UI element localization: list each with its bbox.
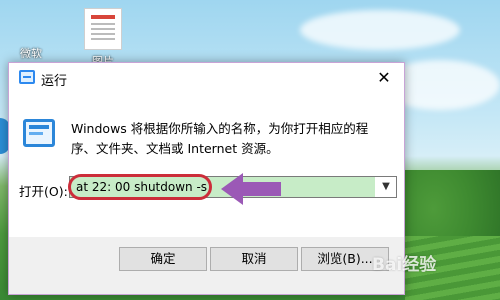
run-app-icon [23, 119, 55, 147]
baidu-jingyan-watermark: Bai经验 [372, 250, 436, 275]
cancel-button[interactable]: 取消 [210, 247, 298, 271]
purple-arrow-annotation [221, 173, 281, 205]
desktop-background: 微软 图片 3.png 运行 ✕ Windows 将根据你所输入的名称，为你打开… [0, 0, 500, 300]
close-button[interactable]: ✕ [370, 65, 398, 91]
cloud [300, 10, 460, 50]
image-file-icon [84, 8, 122, 50]
close-icon: ✕ [377, 68, 391, 87]
dialog-title: 运行 [41, 74, 68, 89]
chevron-down-icon[interactable]: ▼ [376, 177, 396, 197]
run-dialog-icon [19, 70, 35, 84]
watermark-text: Bai经验 [372, 255, 437, 275]
ok-button[interactable]: 确定 [119, 247, 207, 271]
dialog-footer: 确定 取消 浏览(B)... [9, 237, 404, 294]
desktop-icon-microsoft[interactable]: 微软 [4, 8, 58, 61]
title-bar[interactable]: 运行 ✕ [9, 63, 404, 93]
dialog-description: Windows 将根据你所输入的名称，为你打开相应的程序、文件夹、文档或 Int… [71, 121, 369, 156]
desktop-icon-label: 微软 [20, 47, 42, 60]
run-dialog: 运行 ✕ Windows 将根据你所输入的名称，为你打开相应的程序、文件夹、文档… [8, 62, 405, 295]
open-label: 打开(O): [19, 184, 68, 199]
windows-logo-icon [14, 8, 48, 42]
